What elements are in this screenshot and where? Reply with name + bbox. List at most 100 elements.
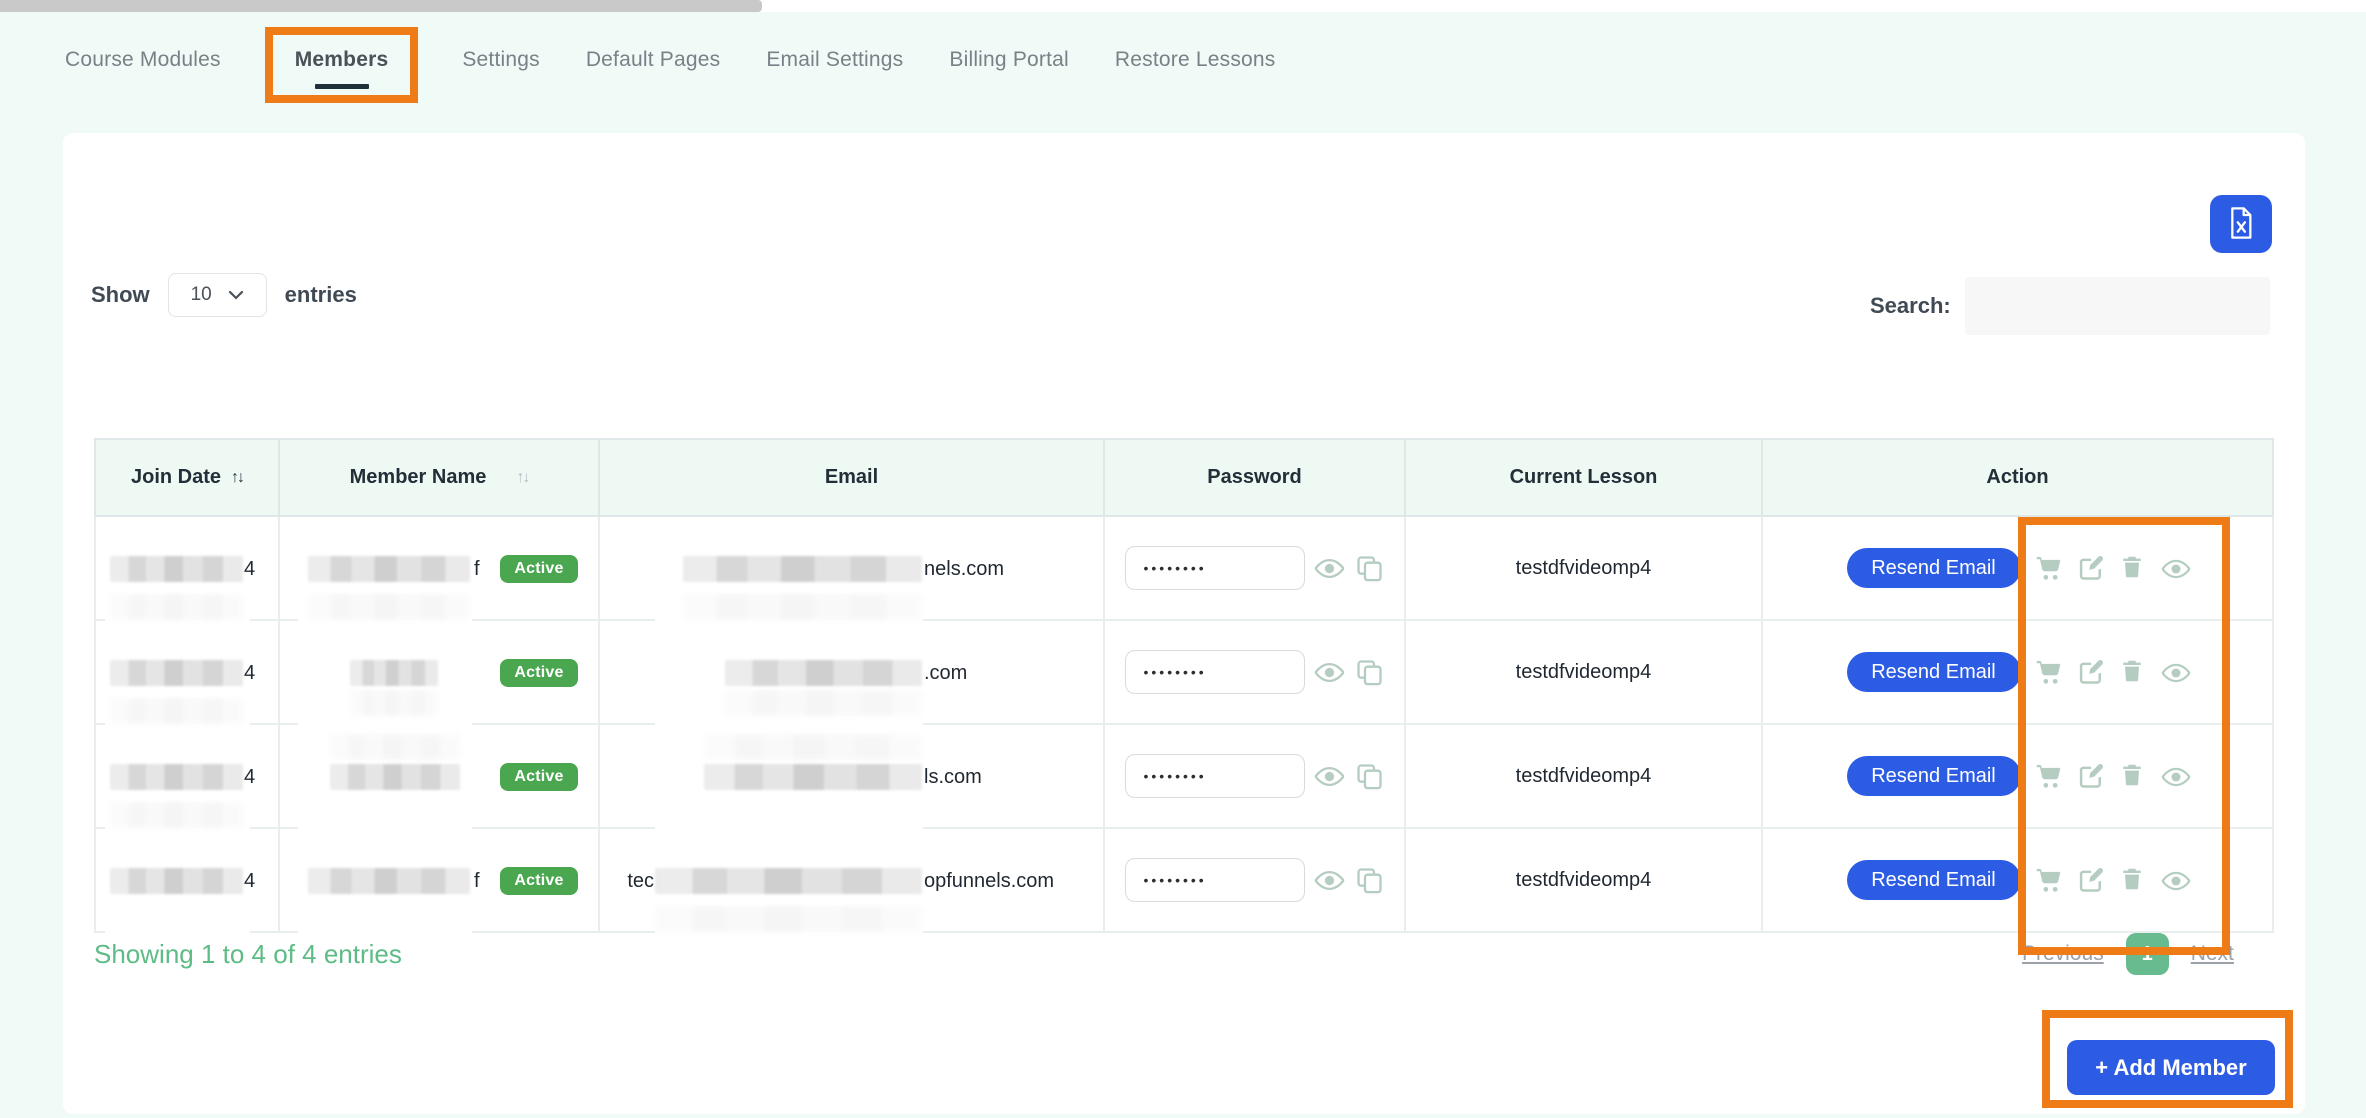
page-size-control: Show 10 entries (91, 273, 357, 317)
sort-arrows-icon: ↑↓ (231, 468, 245, 486)
window-drag-bar (0, 0, 762, 12)
email-cell (600, 517, 1105, 621)
add-member-button[interactable]: + Add Member (2067, 1040, 2275, 1095)
password-cell (1105, 621, 1406, 725)
next-page-link[interactable]: Next (2191, 942, 2234, 966)
member-name-cell (280, 517, 600, 621)
action-cell: Resend Email (1763, 725, 2274, 829)
edit-icon[interactable] (2077, 866, 2105, 894)
tab-email-settings[interactable]: Email Settings (766, 48, 903, 72)
eye-icon[interactable] (2161, 554, 2190, 582)
table-header-row: Join Date ↑↓ Member Name ↑↓ Email Passwo… (94, 438, 2274, 517)
join-date-cell (94, 725, 280, 829)
email-cell (600, 725, 1105, 829)
eye-icon[interactable] (2161, 866, 2190, 894)
password-cell (1105, 725, 1406, 829)
eye-icon[interactable] (1314, 553, 1345, 584)
join-date-header-label: Join Date (130, 466, 222, 488)
password-field[interactable] (1124, 650, 1305, 694)
current-lesson-cell: testdfvideomp4 (1406, 725, 1763, 829)
trash-icon[interactable] (2119, 658, 2147, 686)
current-lesson-value: testdfvideomp4 (1515, 556, 1652, 579)
shopping-cart-icon[interactable] (2035, 762, 2063, 790)
file-excel-icon (2225, 205, 2257, 244)
active-tab-underline (314, 84, 369, 89)
tab-course-modules[interactable]: Course Modules (65, 48, 221, 72)
tab-billing-portal[interactable]: Billing Portal (949, 48, 1069, 72)
copy-icon[interactable] (1354, 761, 1385, 792)
members-table: Join Date ↑↓ Member Name ↑↓ Email Passwo… (94, 438, 2274, 950)
entries-summary: Showing 1 to 4 of 4 entries (94, 939, 402, 969)
action-cell: Resend Email (1763, 621, 2274, 725)
eye-icon[interactable] (1314, 761, 1345, 792)
join-date-cell (94, 621, 280, 725)
table-row: testdfvideomp4 Resend Email (94, 621, 2274, 725)
copy-icon[interactable] (1354, 657, 1385, 688)
eye-icon[interactable] (1314, 657, 1345, 688)
copy-icon[interactable] (1354, 865, 1385, 896)
resend-email-button[interactable]: Resend Email (1846, 860, 2021, 900)
resend-email-button[interactable]: Resend Email (1846, 548, 2021, 588)
eye-icon[interactable] (2161, 762, 2190, 790)
column-header-join-date[interactable]: Join Date ↑↓ (94, 438, 280, 517)
password-field[interactable] (1124, 546, 1305, 590)
join-date-cell (94, 829, 280, 933)
tab-members[interactable]: Members (264, 27, 419, 103)
password-cell (1105, 829, 1406, 933)
search-label: Search: (1870, 293, 1951, 318)
password-field[interactable] (1124, 858, 1305, 902)
member-name-header-label: Member Name (349, 466, 487, 488)
column-header-email: Email (600, 438, 1105, 517)
table-row: testdfvideomp4 Resend Email (94, 725, 2274, 829)
column-header-action: Action (1763, 438, 2274, 517)
search-input[interactable] (1964, 277, 2270, 335)
eye-icon[interactable] (1314, 865, 1345, 896)
resend-email-button[interactable]: Resend Email (1846, 652, 2021, 692)
previous-page-link[interactable]: Previous (2022, 942, 2104, 966)
member-name-cell (280, 725, 600, 829)
tab-settings[interactable]: Settings (462, 48, 539, 72)
sort-arrows-icon: ↑↓ (516, 468, 530, 486)
trash-icon[interactable] (2119, 762, 2147, 790)
chevron-down-icon (228, 284, 244, 306)
search-control: Search: (1870, 277, 2270, 335)
top-strip (0, 0, 2366, 12)
current-lesson-cell: testdfvideomp4 (1406, 621, 1763, 725)
current-lesson-value: testdfvideomp4 (1515, 660, 1652, 683)
page-number-button[interactable]: 1 (2125, 933, 2169, 975)
tab-restore-lessons[interactable]: Restore Lessons (1115, 48, 1276, 72)
tab-members-label: Members (294, 48, 389, 71)
resend-email-button[interactable]: Resend Email (1846, 756, 2021, 796)
show-label: Show (91, 282, 150, 307)
tab-default-pages[interactable]: Default Pages (586, 48, 721, 72)
shopping-cart-icon[interactable] (2035, 554, 2063, 582)
password-cell (1105, 517, 1406, 621)
password-header-label: Password (1207, 466, 1302, 488)
edit-icon[interactable] (2077, 554, 2105, 582)
shopping-cart-icon[interactable] (2035, 866, 2063, 894)
edit-icon[interactable] (2077, 658, 2105, 686)
members-panel: Show 10 entries Search: Join Date ↑↓ Mem… (63, 133, 2305, 1114)
entries-label: entries (284, 282, 357, 307)
current-lesson-value: testdfvideomp4 (1515, 764, 1652, 787)
current-lesson-cell: testdfvideomp4 (1406, 517, 1763, 621)
member-name-cell (280, 829, 600, 933)
password-field[interactable] (1124, 754, 1305, 798)
action-header-label: Action (1986, 466, 2049, 488)
action-cell: Resend Email (1763, 829, 2274, 933)
trash-icon[interactable] (2119, 866, 2147, 894)
current-lesson-cell: testdfvideomp4 (1406, 829, 1763, 933)
column-header-member-name[interactable]: Member Name ↑↓ (280, 438, 600, 517)
current-lesson-header-label: Current Lesson (1509, 466, 1658, 488)
trash-icon[interactable] (2119, 554, 2147, 582)
eye-icon[interactable] (2161, 658, 2190, 686)
email-cell (600, 829, 1105, 933)
member-name-cell (280, 621, 600, 725)
page-size-select[interactable]: 10 (167, 273, 267, 317)
email-cell (600, 621, 1105, 725)
export-excel-button[interactable] (2210, 195, 2272, 253)
join-date-cell (94, 517, 280, 621)
shopping-cart-icon[interactable] (2035, 658, 2063, 686)
copy-icon[interactable] (1354, 553, 1385, 584)
edit-icon[interactable] (2077, 762, 2105, 790)
